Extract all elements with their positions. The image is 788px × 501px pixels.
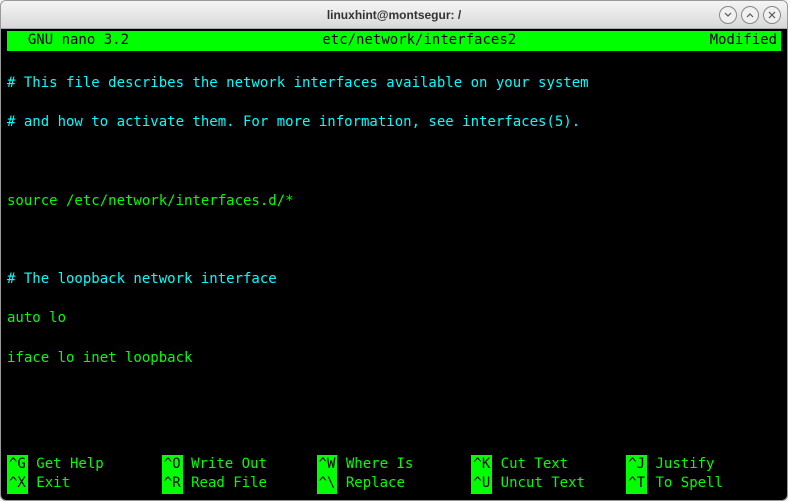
shortcut-exit[interactable]: ^X Exit [7, 474, 162, 494]
shortcut-cut-text[interactable]: ^K Cut Text [471, 455, 626, 475]
editor-content[interactable]: # This file describes the network interf… [7, 53, 781, 455]
shortcut-label: Write Out [183, 455, 267, 475]
shortcut-row-2: ^X Exit ^R Read File ^\ Replace ^U Uncut… [7, 474, 781, 494]
shortcut-label: Exit [28, 474, 70, 494]
window-titlebar: linuxhint@montsegur: / [1, 1, 787, 29]
shortcut-read-file[interactable]: ^R Read File [162, 474, 317, 494]
content-line: auto lo [7, 309, 781, 329]
close-icon [768, 11, 776, 19]
nano-version: GNU nano 3.2 [11, 31, 129, 51]
content-line [7, 153, 781, 173]
shortcut-key: ^T [626, 474, 647, 494]
shortcut-key: ^O [162, 455, 183, 475]
content-line: # This file describes the network interf… [7, 74, 781, 94]
shortcut-label: Get Help [28, 455, 104, 475]
content-line [7, 388, 781, 408]
close-button[interactable] [763, 6, 781, 24]
content-line: source /etc/network/interfaces.d/* [7, 192, 781, 212]
shortcut-key: ^K [471, 455, 492, 475]
window-title: linuxhint@montsegur: / [327, 8, 461, 22]
maximize-icon [746, 11, 754, 19]
nano-header: GNU nano 3.2 etc/network/interfaces2 Mod… [7, 31, 781, 51]
nano-shortcuts: ^G Get Help ^O Write Out ^W Where Is ^K … [7, 455, 781, 494]
shortcut-to-spell[interactable]: ^T To Spell [626, 474, 781, 494]
shortcut-label: Justify [647, 455, 714, 475]
maximize-button[interactable] [741, 6, 759, 24]
nano-status: Modified [710, 31, 777, 51]
shortcut-uncut-text[interactable]: ^U Uncut Text [471, 474, 626, 494]
minimize-button[interactable] [719, 6, 737, 24]
shortcut-label: Cut Text [492, 455, 568, 475]
shortcut-label: Read File [183, 474, 267, 494]
content-line: # The loopback network interface [7, 270, 781, 290]
shortcut-label: Replace [337, 474, 404, 494]
shortcut-key: ^X [7, 474, 28, 494]
window-controls [719, 6, 781, 24]
shortcut-label: Uncut Text [492, 474, 585, 494]
shortcut-justify[interactable]: ^J Justify [626, 455, 781, 475]
terminal-window: linuxhint@montsegur: / GNU nano 3.2 etc/… [0, 0, 788, 501]
content-line [7, 427, 781, 447]
content-line: iface lo inet loopback [7, 349, 781, 369]
shortcut-row-1: ^G Get Help ^O Write Out ^W Where Is ^K … [7, 455, 781, 475]
content-line: # and how to activate them. For more inf… [7, 113, 781, 133]
shortcut-key: ^\ [317, 474, 338, 494]
shortcut-key: ^G [7, 455, 28, 475]
shortcut-label: Where Is [337, 455, 413, 475]
shortcut-write-out[interactable]: ^O Write Out [162, 455, 317, 475]
shortcut-key: ^J [626, 455, 647, 475]
nano-filename: etc/network/interfaces2 [129, 31, 710, 51]
shortcut-key: ^W [317, 455, 338, 475]
shortcut-key: ^R [162, 474, 183, 494]
content-line [7, 231, 781, 251]
shortcut-get-help[interactable]: ^G Get Help [7, 455, 162, 475]
terminal-area[interactable]: GNU nano 3.2 etc/network/interfaces2 Mod… [1, 29, 787, 500]
shortcut-where-is[interactable]: ^W Where Is [317, 455, 472, 475]
shortcut-label: To Spell [647, 474, 723, 494]
shortcut-key: ^U [471, 474, 492, 494]
shortcut-replace[interactable]: ^\ Replace [317, 474, 472, 494]
minimize-icon [724, 11, 732, 19]
